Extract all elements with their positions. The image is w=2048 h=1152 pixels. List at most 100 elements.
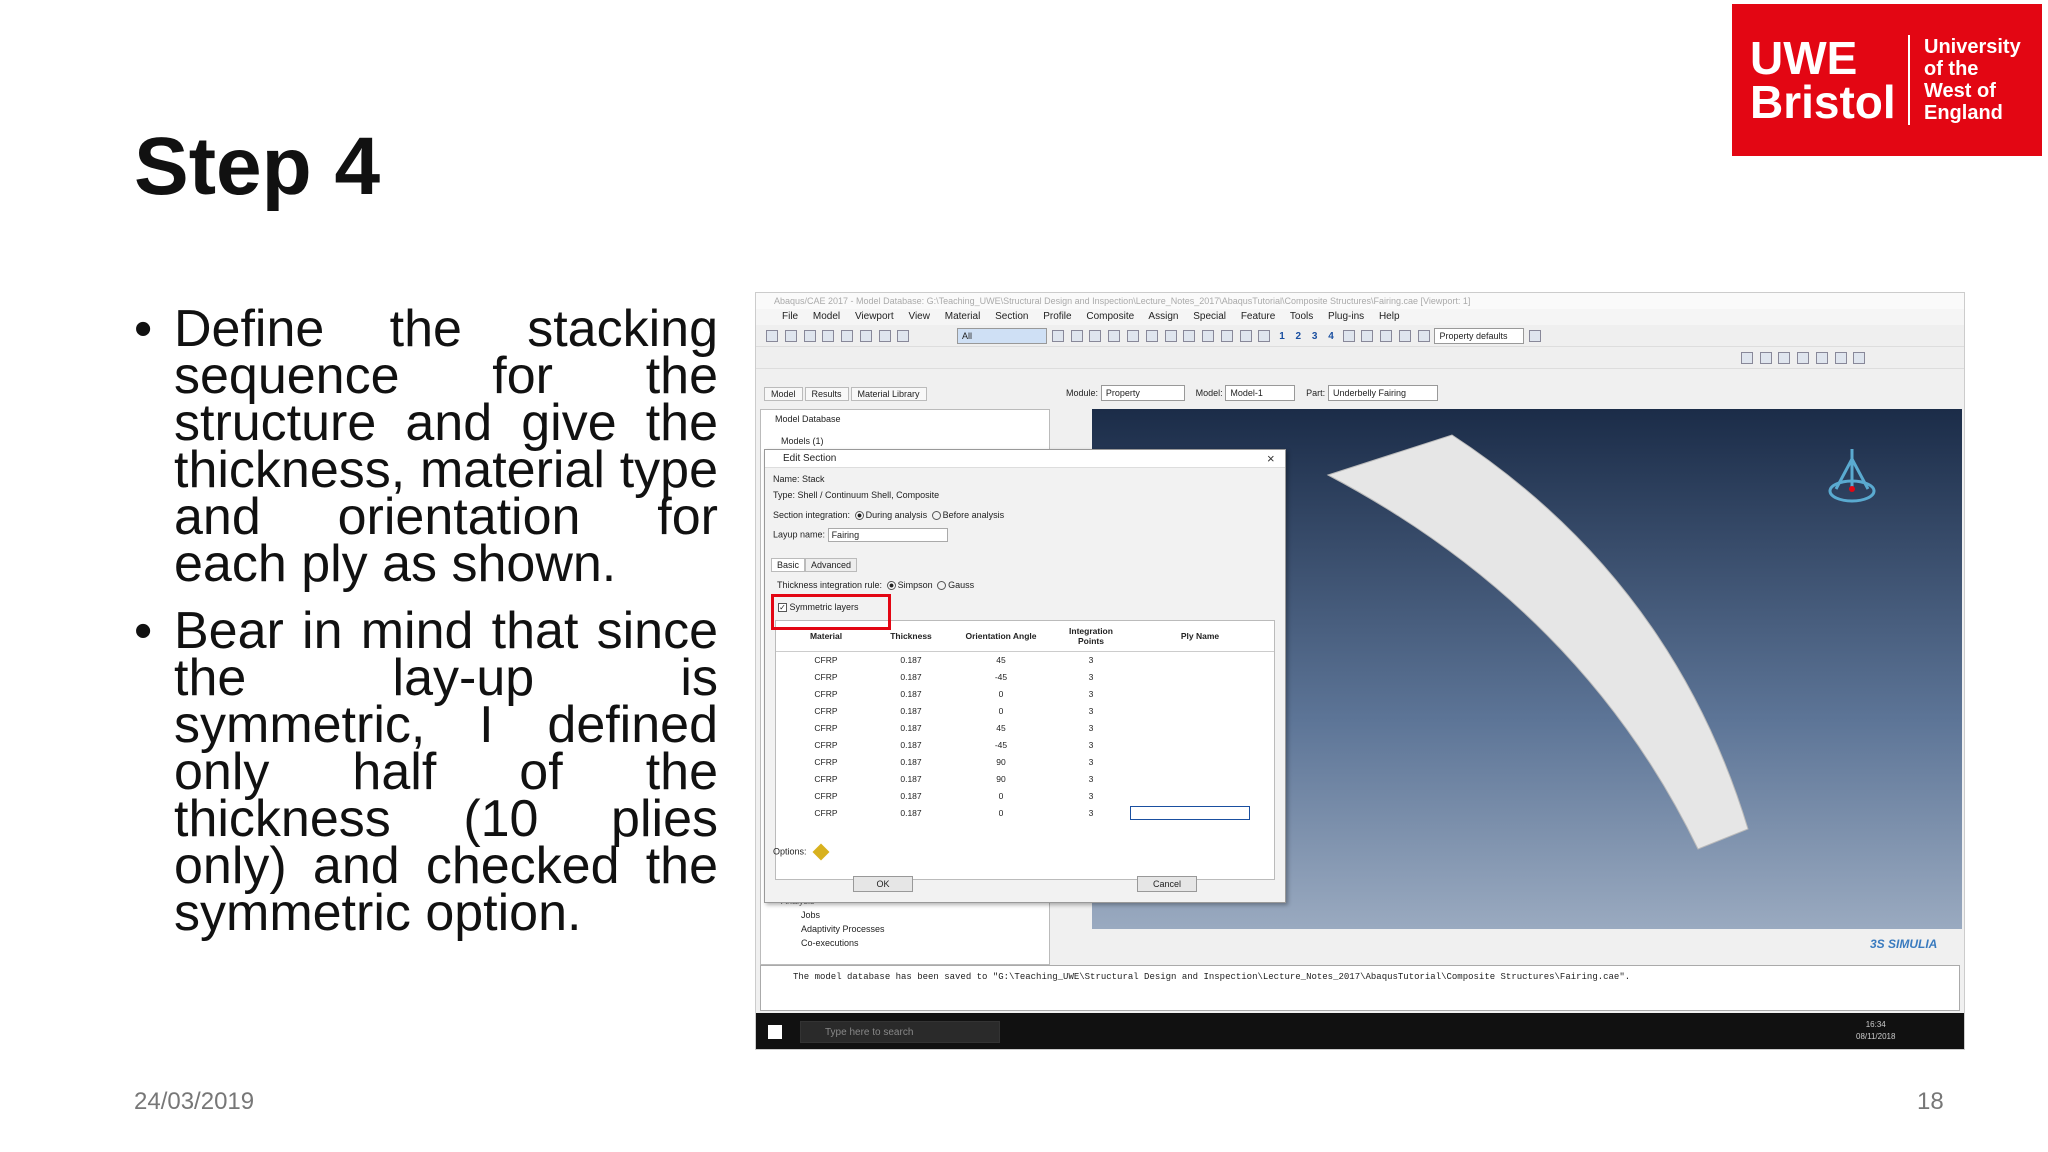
before-analysis-radio[interactable] <box>931 511 941 521</box>
layup-name-input[interactable]: Fairing <box>827 528 948 542</box>
box-select-icon[interactable] <box>1070 330 1083 342</box>
layers-icon[interactable] <box>1529 330 1542 342</box>
menu-viewport[interactable]: Viewport <box>855 311 894 322</box>
cell-points[interactable]: 3 <box>1056 736 1126 753</box>
tree-models[interactable]: Models (1) <box>781 436 824 446</box>
pan-icon[interactable] <box>1361 330 1374 342</box>
view2-icon[interactable] <box>878 330 891 342</box>
menu-plugins[interactable]: Plug-ins <box>1328 311 1364 322</box>
cube2-icon[interactable] <box>1164 330 1177 342</box>
tree-coexecutions[interactable]: Co-executions <box>801 938 859 948</box>
cell-material[interactable]: CFRP <box>776 770 876 787</box>
cell-orientation[interactable]: 45 <box>946 651 1056 668</box>
cube3-icon[interactable] <box>1183 330 1196 342</box>
cell-material[interactable]: CFRP <box>776 787 876 804</box>
cell-ply-name[interactable] <box>1126 668 1274 685</box>
table-row[interactable]: CFRP 0.187 90 3 <box>776 753 1274 770</box>
tab-material-library[interactable]: Material Library <box>850 387 927 401</box>
gauss-radio[interactable] <box>937 581 947 591</box>
tab-advanced[interactable]: Advanced <box>805 558 858 572</box>
cell-thickness[interactable]: 0.187 <box>876 787 946 804</box>
view-1-button[interactable]: 1 <box>1279 331 1285 342</box>
cell-orientation[interactable]: 90 <box>946 770 1056 787</box>
cell-thickness[interactable]: 0.187 <box>876 719 946 736</box>
cell-material[interactable]: CFRP <box>776 753 876 770</box>
color-icon[interactable] <box>1797 352 1810 364</box>
open-file-icon[interactable] <box>784 330 797 342</box>
cell-thickness[interactable]: 0.187 <box>876 736 946 753</box>
display-icon[interactable] <box>1853 352 1866 364</box>
cell-ply-name[interactable] <box>1126 770 1274 787</box>
tree-model-database[interactable]: Model Database <box>775 414 841 424</box>
shade-icon[interactable] <box>1759 352 1772 364</box>
view3-icon[interactable] <box>897 330 910 342</box>
cell-ply-name-editing[interactable] <box>1126 804 1274 821</box>
tree-jobs[interactable]: Jobs <box>801 910 820 920</box>
cell-points[interactable]: 3 <box>1056 668 1126 685</box>
table-row[interactable]: CFRP 0.187 0 3 <box>776 685 1274 702</box>
views2-icon[interactable] <box>1220 330 1233 342</box>
cell-ply-name[interactable] <box>1126 736 1274 753</box>
cell-orientation[interactable]: 0 <box>946 804 1056 821</box>
tab-results[interactable]: Results <box>804 387 849 401</box>
menu-composite[interactable]: Composite <box>1086 311 1134 322</box>
select-icon[interactable] <box>1051 330 1064 342</box>
menu-material[interactable]: Material <box>945 311 981 322</box>
table-row[interactable]: CFRP 0.187 0 3 <box>776 787 1274 804</box>
menu-tools[interactable]: Tools <box>1290 311 1313 322</box>
cell-thickness[interactable]: 0.187 <box>876 651 946 668</box>
filter-combo[interactable]: All <box>957 328 1048 344</box>
during-analysis-radio[interactable] <box>854 511 864 521</box>
render-style-icon[interactable] <box>1740 352 1753 364</box>
redo-view-icon[interactable] <box>1834 352 1847 364</box>
cell-orientation[interactable]: 0 <box>946 787 1056 804</box>
cube-icon[interactable] <box>1145 330 1158 342</box>
cell-points[interactable]: 3 <box>1056 685 1126 702</box>
light-icon[interactable] <box>1778 352 1791 364</box>
cell-orientation[interactable]: 90 <box>946 753 1056 770</box>
cell-material[interactable]: CFRP <box>776 804 876 821</box>
cell-thickness[interactable]: 0.187 <box>876 702 946 719</box>
cell-ply-name[interactable] <box>1126 719 1274 736</box>
circle-select-icon[interactable] <box>1089 330 1102 342</box>
taskbar-search-input[interactable]: Type here to search <box>800 1021 1000 1043</box>
new-file-icon[interactable] <box>766 330 778 342</box>
menu-assign[interactable]: Assign <box>1148 311 1178 322</box>
cell-thickness[interactable]: 0.187 <box>876 770 946 787</box>
cell-thickness[interactable]: 0.187 <box>876 804 946 821</box>
menu-file[interactable]: File <box>782 311 798 322</box>
cell-ply-name[interactable] <box>1126 787 1274 804</box>
cell-points[interactable]: 3 <box>1056 651 1126 668</box>
simpson-radio[interactable] <box>886 581 896 591</box>
render2-icon[interactable] <box>1126 330 1139 342</box>
views3-icon[interactable] <box>1239 330 1252 342</box>
cell-points[interactable]: 3 <box>1056 719 1126 736</box>
cell-thickness[interactable]: 0.187 <box>876 753 946 770</box>
menu-view[interactable]: View <box>908 311 930 322</box>
cell-ply-name[interactable] <box>1126 753 1274 770</box>
views-icon[interactable] <box>1202 330 1215 342</box>
table-row[interactable]: CFRP 0.187 0 3 <box>776 702 1274 719</box>
tab-basic[interactable]: Basic <box>771 558 806 572</box>
cell-orientation[interactable]: 0 <box>946 685 1056 702</box>
save-icon[interactable] <box>803 330 816 342</box>
cell-points[interactable]: 3 <box>1056 787 1126 804</box>
view-4-button[interactable]: 4 <box>1328 331 1334 342</box>
options-icon[interactable] <box>812 843 830 861</box>
cell-ply-name[interactable] <box>1126 685 1274 702</box>
cell-material[interactable]: CFRP <box>776 736 876 753</box>
info-icon[interactable] <box>1342 330 1355 342</box>
table-row[interactable]: CFRP 0.187 -45 3 <box>776 668 1274 685</box>
cell-orientation[interactable]: -45 <box>946 668 1056 685</box>
rotate-icon[interactable] <box>1380 330 1393 342</box>
cell-orientation[interactable]: 0 <box>946 702 1056 719</box>
fit-icon[interactable] <box>1417 330 1430 342</box>
tab-model[interactable]: Model <box>764 387 803 401</box>
print-icon[interactable] <box>822 330 835 342</box>
menu-help[interactable]: Help <box>1379 311 1400 322</box>
cell-material[interactable]: CFRP <box>776 719 876 736</box>
table-row[interactable]: CFRP 0.187 -45 3 <box>776 736 1274 753</box>
zoom-icon[interactable] <box>1398 330 1411 342</box>
cell-orientation[interactable]: 45 <box>946 719 1056 736</box>
menu-feature[interactable]: Feature <box>1241 311 1275 322</box>
